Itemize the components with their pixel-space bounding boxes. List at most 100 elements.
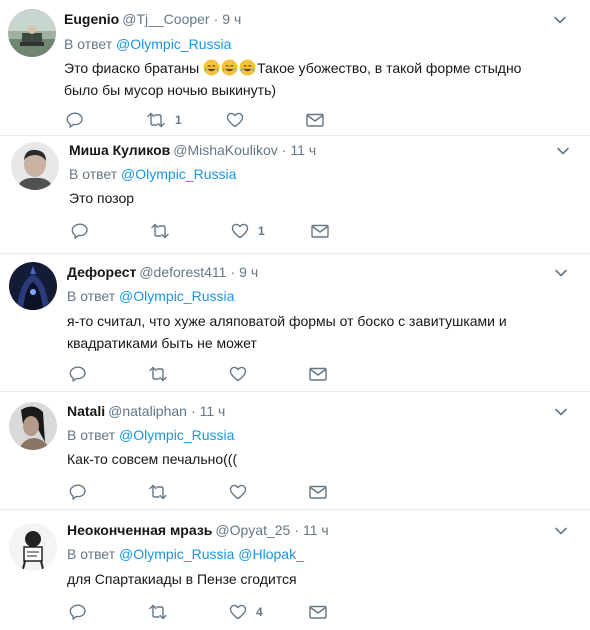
direct-message-button[interactable] bbox=[305, 110, 325, 130]
avatar[interactable] bbox=[9, 262, 57, 310]
timestamp[interactable]: 11 ч bbox=[303, 522, 329, 538]
reply-prefix: В ответ bbox=[69, 166, 118, 182]
mention-link[interactable]: @Olympic_Russia bbox=[121, 166, 236, 182]
reply-icon bbox=[66, 112, 83, 128]
tweet[interactable]: Eugenio @Tj__Cooper · 9 ч В ответ @Olympic_… bbox=[0, 0, 590, 136]
like-button[interactable]: 1 bbox=[231, 221, 265, 241]
display-name[interactable]: Eugenio bbox=[64, 11, 119, 27]
like-button[interactable] bbox=[229, 482, 256, 502]
timestamp[interactable]: 9 ч bbox=[222, 11, 241, 27]
like-button[interactable]: 4 bbox=[229, 602, 263, 622]
retweet-icon bbox=[149, 366, 167, 382]
avatar[interactable] bbox=[9, 523, 57, 571]
reply-prefix: В ответ bbox=[64, 36, 113, 52]
reply-icon bbox=[69, 366, 86, 382]
timestamp[interactable]: 11 ч bbox=[200, 403, 226, 419]
user-handle[interactable]: @nataliphan bbox=[108, 403, 187, 419]
display-name[interactable]: Миша Куликов bbox=[69, 142, 170, 158]
reply-context: В ответ @Olympic_Russia bbox=[67, 426, 234, 444]
user-handle[interactable]: @Tj__Cooper bbox=[122, 11, 209, 27]
reply-prefix: В ответ bbox=[67, 546, 116, 562]
avatar[interactable] bbox=[8, 9, 56, 57]
chevron-down-icon[interactable] bbox=[552, 12, 568, 28]
tweet[interactable]: Natali @nataliphan · 11 ч В ответ @Olympic_… bbox=[0, 392, 590, 510]
reply-button[interactable] bbox=[69, 602, 96, 622]
retweet-icon bbox=[149, 484, 167, 500]
direct-message-button[interactable] bbox=[308, 364, 328, 384]
reply-icon bbox=[71, 223, 88, 239]
mention-link[interactable]: @Olympic_Russia bbox=[116, 36, 231, 52]
tweet-text-part: Это фиаско братаны bbox=[64, 60, 204, 76]
separator-dot: · bbox=[281, 142, 287, 158]
tweet-text: Это позор bbox=[69, 190, 135, 206]
timestamp[interactable]: 9 ч bbox=[239, 264, 258, 280]
avatar[interactable] bbox=[11, 142, 59, 190]
face-with-tears-of-joy-icon bbox=[239, 59, 256, 76]
tweet-feed: Eugenio @Tj__Cooper · 9 ч В ответ @Olympic_… bbox=[0, 0, 590, 630]
user-handle[interactable]: @MishaKoulikov bbox=[173, 142, 277, 158]
timestamp[interactable]: 11 ч bbox=[290, 142, 316, 158]
user-handle[interactable]: @deforest411 bbox=[139, 264, 226, 280]
like-button[interactable] bbox=[226, 110, 253, 130]
face-with-tears-of-joy-icon bbox=[221, 59, 238, 76]
retweet-button[interactable] bbox=[148, 482, 177, 502]
retweet-button[interactable] bbox=[148, 364, 177, 384]
envelope-icon bbox=[309, 605, 327, 619]
tweet-text: для Спартакиады в Пензе сгодится bbox=[67, 571, 297, 587]
reply-button[interactable] bbox=[69, 364, 96, 384]
heart-icon bbox=[229, 604, 247, 620]
retweet-icon bbox=[149, 604, 167, 620]
display-name[interactable]: Неоконченная мразь bbox=[67, 522, 212, 538]
direct-message-button[interactable] bbox=[310, 221, 330, 241]
retweet-icon bbox=[147, 112, 165, 128]
reply-button[interactable] bbox=[66, 110, 93, 130]
direct-message-button[interactable] bbox=[308, 602, 328, 622]
separator-dot: · bbox=[230, 264, 236, 280]
reply-context: В ответ @Olympic_Russia bbox=[69, 165, 236, 183]
tweet[interactable]: Миша Куликов @MishaKoulikov · 11 ч В ответ … bbox=[0, 136, 590, 254]
mention-link[interactable]: @Olympic_Russia bbox=[119, 427, 234, 443]
reply-icon bbox=[69, 604, 86, 620]
heart-icon bbox=[226, 112, 244, 128]
heart-icon bbox=[229, 366, 247, 382]
reply-context: В ответ @Olympic_Russia bbox=[64, 35, 231, 53]
direct-message-button[interactable] bbox=[308, 482, 328, 502]
chevron-down-icon[interactable] bbox=[555, 143, 571, 159]
like-button[interactable] bbox=[229, 364, 256, 384]
reply-icon bbox=[69, 484, 86, 500]
user-handle[interactable]: @Opyat_25 bbox=[215, 522, 290, 538]
mention-link[interactable]: @Olympic_Russia bbox=[119, 546, 234, 562]
display-name[interactable]: Дефорест bbox=[67, 264, 136, 280]
display-name[interactable]: Natali bbox=[67, 403, 105, 419]
retweet-icon bbox=[151, 223, 169, 239]
chevron-down-icon[interactable] bbox=[553, 265, 569, 281]
separator-dot: · bbox=[190, 403, 196, 419]
heart-icon bbox=[229, 484, 247, 500]
avatar[interactable] bbox=[9, 402, 57, 450]
chevron-down-icon[interactable] bbox=[553, 404, 569, 420]
mention-link[interactable]: @Olympic_Russia bbox=[119, 288, 234, 304]
retweet-button[interactable]: 1 bbox=[146, 110, 182, 130]
reply-button[interactable] bbox=[69, 482, 96, 502]
like-count: 4 bbox=[256, 605, 263, 619]
envelope-icon bbox=[309, 485, 327, 499]
tweet-text: я-то считал, что хуже аляповатой формы о… bbox=[67, 313, 507, 351]
reply-prefix: В ответ bbox=[67, 427, 116, 443]
tweet[interactable]: Дефорест @deforest411 · 9 ч В ответ @Olympi… bbox=[0, 254, 590, 392]
like-count: 1 bbox=[258, 224, 265, 238]
reply-button[interactable] bbox=[71, 221, 98, 241]
heart-icon bbox=[231, 223, 249, 239]
retweet-button[interactable] bbox=[148, 602, 177, 622]
tweet-text: Как-то совсем печально((( bbox=[67, 451, 238, 467]
retweet-button[interactable] bbox=[150, 221, 179, 241]
separator-dot: · bbox=[213, 11, 219, 27]
envelope-icon bbox=[311, 224, 329, 238]
tweet[interactable]: Неоконченная мразь @Opyat_25 · 11 ч В ответ… bbox=[0, 510, 590, 630]
face-with-tears-of-joy-icon bbox=[203, 59, 220, 76]
chevron-down-icon[interactable] bbox=[553, 523, 569, 539]
envelope-icon bbox=[306, 113, 324, 127]
tweet-text: Это фиаско братаны Такое убожество, в та… bbox=[64, 57, 559, 101]
retweet-count: 1 bbox=[175, 113, 182, 127]
envelope-icon bbox=[309, 367, 327, 381]
mention-link[interactable]: @Hlopak_ bbox=[238, 546, 304, 562]
